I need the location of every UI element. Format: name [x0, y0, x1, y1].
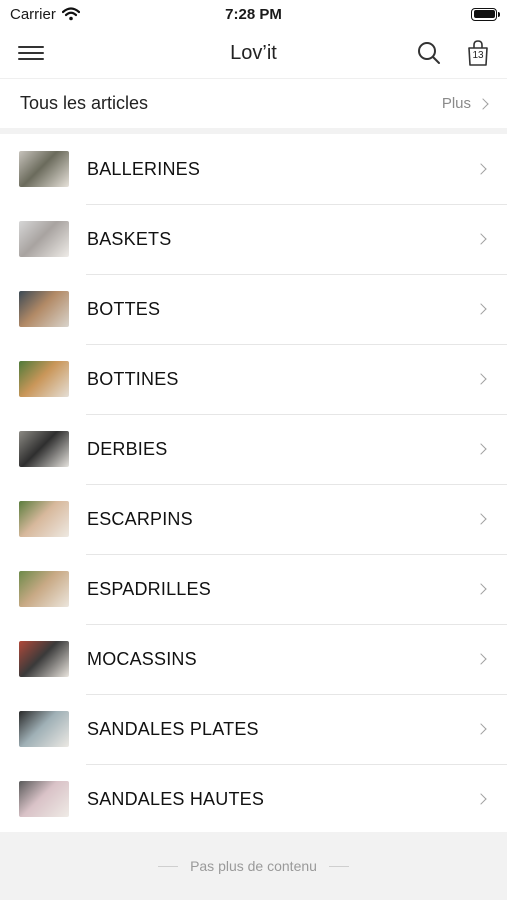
category-label: DERBIES [87, 438, 168, 459]
category-row[interactable]: MOCASSINS [0, 624, 507, 694]
category-list: BALLERINES BASKETS BOTTES BOTTINES DERBI… [0, 134, 507, 834]
more-label: Plus [441, 95, 471, 112]
category-thumbnail [19, 711, 69, 747]
carrier-label: Carrier [10, 5, 56, 23]
category-row[interactable]: BOTTES [0, 274, 507, 344]
footer-divider-right [328, 865, 349, 867]
category-thumbnail [19, 291, 69, 327]
menu-icon [18, 46, 44, 60]
search-button[interactable] [416, 40, 442, 66]
category-label: SANDALES PLATES [87, 718, 259, 739]
category-thumbnail [19, 361, 69, 397]
category-thumbnail [19, 501, 69, 537]
menu-button[interactable] [18, 42, 44, 64]
category-thumbnail [19, 571, 69, 607]
status-bar: Carrier 7:28 PM [0, 0, 507, 28]
category-row[interactable]: ESPADRILLES [0, 554, 507, 624]
search-icon [418, 42, 440, 64]
category-thumbnail [19, 151, 69, 187]
more-link[interactable]: Plus [441, 95, 489, 112]
category-row[interactable]: SANDALES PLATES [0, 694, 507, 764]
battery-icon [471, 7, 500, 21]
chevron-right-icon [475, 163, 487, 175]
category-label: MOCASSINS [87, 648, 197, 669]
category-label: BOTTINES [87, 368, 179, 389]
status-left: Carrier [10, 6, 80, 23]
cart-button[interactable]: 13 [466, 39, 492, 67]
all-articles-header: Tous les articles Plus [0, 78, 507, 128]
category-label: BALLERINES [87, 158, 201, 179]
chevron-right-icon [475, 793, 487, 805]
battery-fill [473, 10, 495, 18]
chevron-right-icon [475, 653, 487, 665]
category-thumbnail [19, 781, 69, 817]
section-title: Tous les articles [20, 93, 149, 113]
chevron-right-icon [475, 233, 487, 245]
category-thumbnail [19, 221, 69, 257]
footer-divider-left [158, 865, 179, 867]
end-of-content-footer: Pas plus de contenu [0, 832, 507, 900]
app-screen: Carrier 7:28 PM Lov’it 13 Tous les artic… [0, 0, 507, 900]
category-label: SANDALES HAUTES [87, 788, 265, 809]
category-row[interactable]: BALLERINES [0, 134, 507, 204]
category-row[interactable]: BOTTINES [0, 344, 507, 414]
chevron-right-icon [475, 723, 487, 735]
chevron-right-icon [475, 443, 487, 455]
chevron-right-icon [475, 513, 487, 525]
category-thumbnail [19, 641, 69, 677]
category-label: BOTTES [87, 298, 161, 319]
footer-text: Pas plus de contenu [190, 858, 317, 874]
chevron-right-icon [475, 373, 487, 385]
category-label: ESCARPINS [87, 508, 193, 529]
category-row[interactable]: DERBIES [0, 414, 507, 484]
chevron-right-icon [477, 97, 489, 110]
category-label: ESPADRILLES [87, 578, 211, 599]
cart-count-badge: 13 [472, 50, 484, 61]
chevron-right-icon [475, 303, 487, 315]
category-row[interactable]: ESCARPINS [0, 484, 507, 554]
wifi-icon [61, 7, 80, 21]
category-label: BASKETS [87, 228, 172, 249]
nav-bar: Lov’it 13 [0, 28, 507, 78]
app-title: Lov’it [230, 41, 277, 64]
chevron-right-icon [475, 583, 487, 595]
category-row[interactable]: BASKETS [0, 204, 507, 274]
category-thumbnail [19, 431, 69, 467]
category-row[interactable]: SANDALES HAUTES [0, 764, 507, 834]
